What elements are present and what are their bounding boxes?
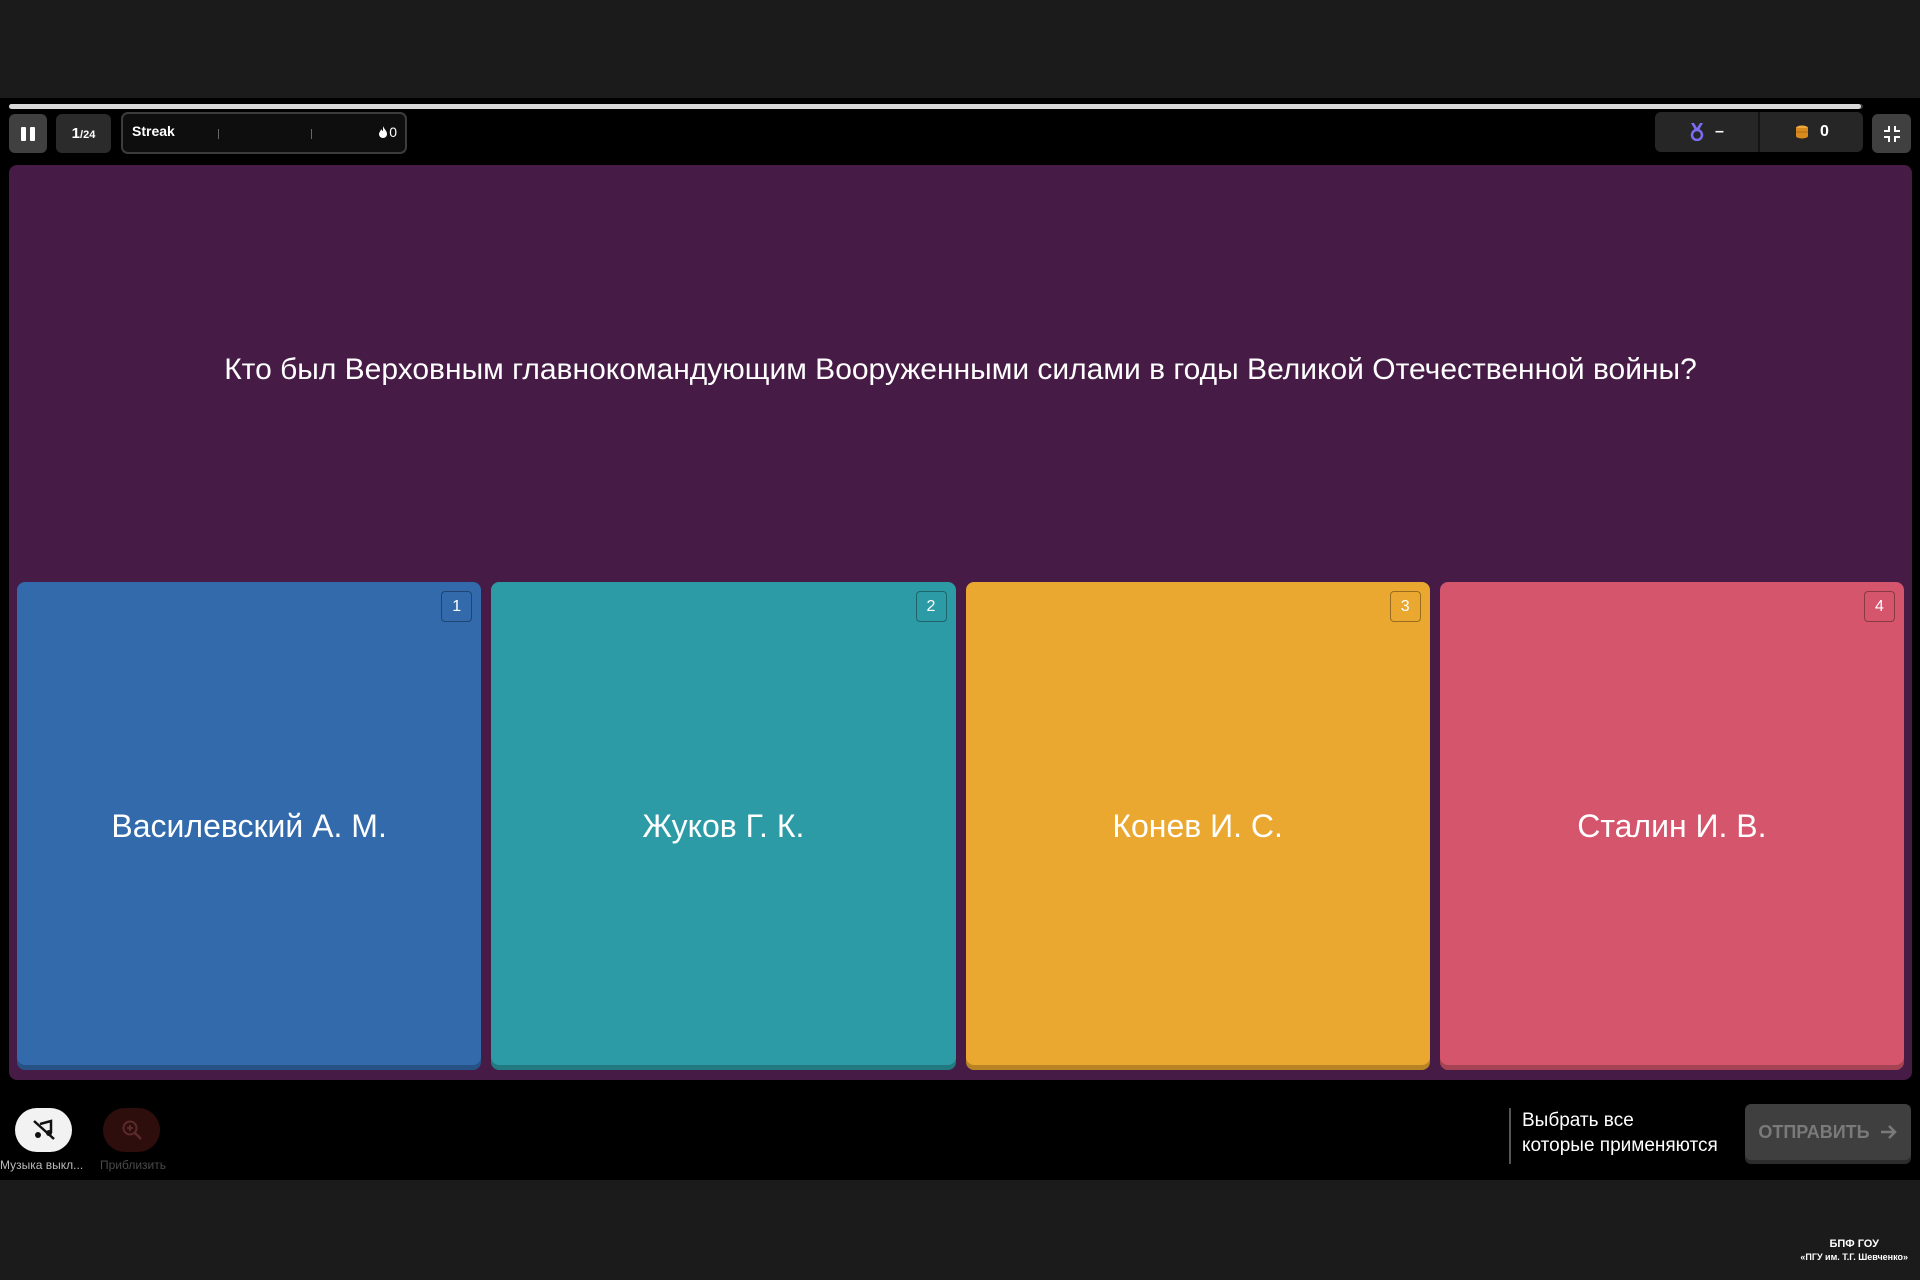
arrow-right-icon xyxy=(1880,1125,1897,1139)
answer-option-2[interactable]: 2 Жуков Г. К. xyxy=(491,582,956,1070)
coins-icon xyxy=(1796,125,1809,139)
music-label: Музыка выкл... xyxy=(0,1158,84,1172)
rank-stat: – xyxy=(1655,112,1758,152)
music-toggle-button[interactable] xyxy=(15,1108,72,1152)
streak-count: 0 xyxy=(379,124,397,140)
watermark-line-2: «ПГУ им. Т.Г. Шевченко» xyxy=(1800,1252,1908,1262)
answer-number: 3 xyxy=(1389,591,1421,622)
watermark: БПФ ГОУ «ПГУ им. Т.Г. Шевченко» xyxy=(1800,1238,1908,1264)
watermark-line-1: БПФ ГОУ xyxy=(1829,1238,1879,1250)
hint-line-1: Выбрать все xyxy=(1522,1110,1634,1131)
zoom-in-icon xyxy=(122,1120,142,1140)
pause-icon xyxy=(21,126,35,141)
answer-number: 2 xyxy=(915,591,947,622)
answer-option-1[interactable]: 1 Василевский А. М. xyxy=(17,582,482,1070)
submit-label: ОТПРАВИТЬ xyxy=(1758,1121,1870,1142)
answer-label: Василевский А. М. xyxy=(111,807,387,844)
answer-option-4[interactable]: 4 Сталин И. В. xyxy=(1439,582,1904,1070)
select-all-hint: Выбрать все которые применяются xyxy=(1522,1108,1718,1158)
pause-button[interactable] xyxy=(9,114,47,153)
answer-label: Сталин И. В. xyxy=(1577,807,1767,844)
submit-button[interactable]: ОТПРАВИТЬ xyxy=(1745,1104,1911,1160)
hint-line-2: которые применяются xyxy=(1522,1135,1718,1156)
streak-count-value: 0 xyxy=(389,124,397,140)
progress-bar xyxy=(9,104,1863,109)
streak-tick xyxy=(311,129,312,139)
progress-fill xyxy=(9,104,1862,109)
answer-label: Конев И. С. xyxy=(1112,807,1283,844)
counter-current: 1 xyxy=(71,125,81,142)
question-counter: 1/24 xyxy=(56,114,111,153)
medal-icon xyxy=(1690,123,1704,141)
question-text: Кто был Верховным главнокомандующим Воор… xyxy=(224,353,1697,386)
counter-total: /24 xyxy=(80,129,96,141)
coins-stat: 0 xyxy=(1758,112,1863,152)
streak-label: Streak xyxy=(132,123,175,139)
flame-icon xyxy=(379,126,388,138)
hint-divider xyxy=(1509,1108,1511,1164)
music-off-icon xyxy=(32,1119,55,1140)
coins-value: 0 xyxy=(1820,123,1829,140)
streak-tick xyxy=(218,129,219,139)
answer-number: 4 xyxy=(1864,591,1895,622)
quiz-stage: 1/24 Streak 0 – 0 Кто был Верховным глав… xyxy=(0,98,1920,1180)
exit-fullscreen-button[interactable] xyxy=(1872,114,1911,153)
zoom-button[interactable] xyxy=(103,1108,160,1152)
streak-meter: Streak 0 xyxy=(121,112,407,154)
answer-option-3[interactable]: 3 Конев И. С. xyxy=(965,582,1430,1070)
answer-label: Жуков Г. К. xyxy=(642,807,805,844)
exit-fullscreen-icon xyxy=(1883,125,1900,142)
answer-number: 1 xyxy=(441,591,473,622)
player-stats: – 0 xyxy=(1655,112,1863,152)
question-card: Кто был Верховным главнокомандующим Воор… xyxy=(9,165,1912,1080)
answer-options: 1 Василевский А. М. 2 Жуков Г. К. 3 Коне… xyxy=(17,582,1904,1070)
rank-value: – xyxy=(1715,123,1724,140)
zoom-label: Приблизить xyxy=(100,1158,166,1172)
